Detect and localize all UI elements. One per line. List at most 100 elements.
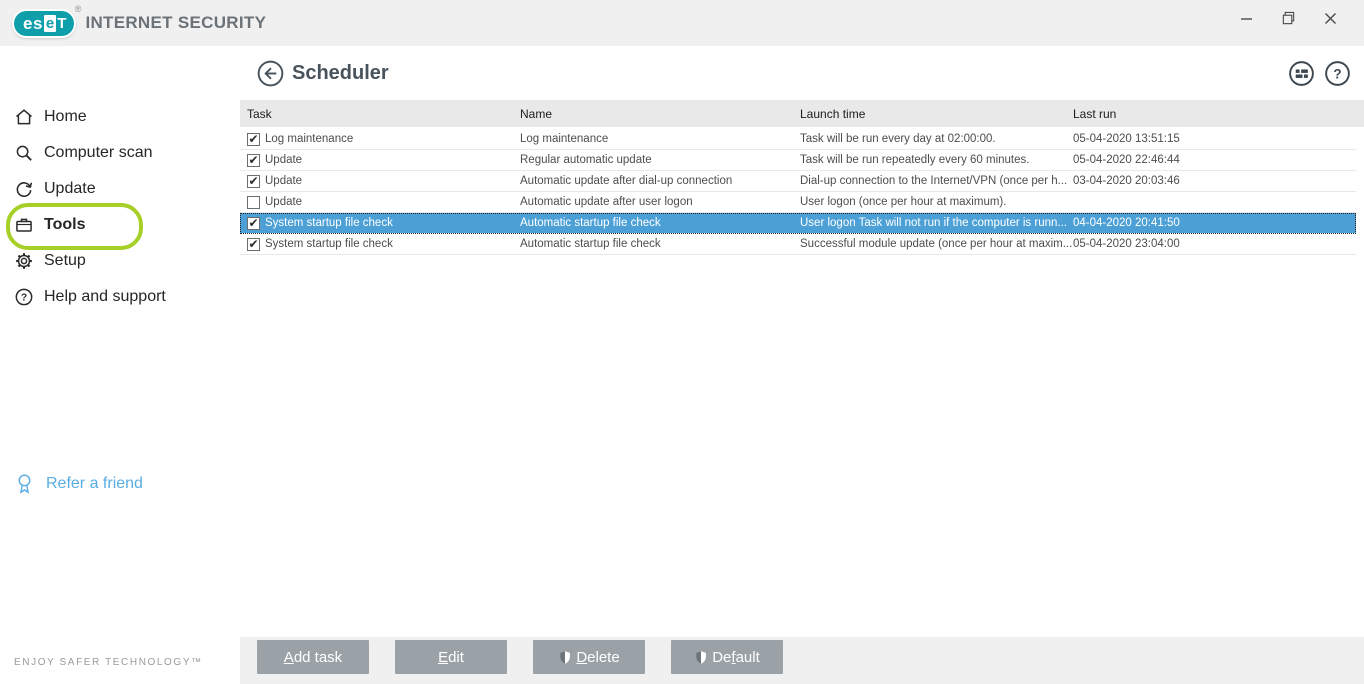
logo-text-es: es xyxy=(23,13,43,33)
edit-button[interactable]: Edit xyxy=(395,640,507,674)
launch-time-cell: User logon (once per hour at maximum). xyxy=(800,196,1007,208)
question-mark-icon: ? xyxy=(1324,60,1351,87)
sidebar-item-computer-scan[interactable]: Computer scan xyxy=(0,135,240,171)
sidebar-item-label: Setup xyxy=(44,252,86,269)
window-close-button[interactable] xyxy=(1314,0,1346,36)
task-row[interactable]: ✔ Log maintenance Log maintenance Task will… xyxy=(240,129,1356,150)
column-header-launch-time[interactable]: Launch time xyxy=(800,107,1073,121)
window-controls xyxy=(1230,0,1364,46)
button-label: Delete xyxy=(576,648,620,666)
button-label: Default xyxy=(712,648,760,666)
last-run-cell: 05-04-2020 13:51:15 xyxy=(1073,133,1180,145)
launch-time-cell: Task will be run every day at 02:00:00. xyxy=(800,133,996,145)
refer-a-friend-label: Refer a friend xyxy=(46,474,143,492)
launch-time-cell: Task will be run repeatedly every 60 min… xyxy=(800,154,1030,166)
task-cell: Log maintenance xyxy=(265,133,354,145)
task-row[interactable]: ✔ System startup file check Automatic star… xyxy=(240,213,1356,234)
svg-text:?: ? xyxy=(21,293,27,304)
task-cell: Update xyxy=(265,196,303,208)
sidebar-item-label: Computer scan xyxy=(44,144,153,161)
name-cell: Automatic update after dial-up connectio… xyxy=(520,175,733,187)
task-row[interactable]: ✔ Update Regular automatic update Task will… xyxy=(240,150,1356,171)
sidebar-item-label: Help and support xyxy=(44,288,166,305)
tagline: ENJOY SAFER TECHNOLOGY™ xyxy=(14,657,203,668)
eset-window: es e T ® INTERNET SECURITY Home Computer sc… xyxy=(0,0,1364,684)
help-button[interactable]: ? xyxy=(1324,60,1351,87)
minimize-icon xyxy=(1240,12,1253,25)
restore-icon xyxy=(1281,11,1296,26)
task-cell: System startup file check xyxy=(265,238,393,250)
name-cell: Automatic startup file check xyxy=(520,238,661,250)
header-icons: ? xyxy=(1288,60,1351,87)
task-cell: Update xyxy=(265,154,303,166)
titlebar: es e T ® INTERNET SECURITY xyxy=(0,0,1364,46)
task-row[interactable]: ✔ System startup file check Automatic star… xyxy=(240,234,1356,255)
logo-text-t: T xyxy=(57,14,67,32)
window-minimize-button[interactable] xyxy=(1230,0,1262,36)
list-view-icon xyxy=(1288,60,1315,87)
svg-text:?: ? xyxy=(1333,66,1341,81)
name-cell: Log maintenance xyxy=(520,133,609,145)
refer-a-friend-link[interactable]: Refer a friend xyxy=(14,472,143,495)
rosette-badge-icon xyxy=(14,472,35,495)
task-checkbox[interactable]: ✔ xyxy=(247,237,260,251)
sidebar-item-help-and-support[interactable]: ? Help and support xyxy=(0,279,240,315)
table-header: Task Name Launch time Last run xyxy=(240,100,1364,127)
tools-icon xyxy=(14,215,34,235)
task-row[interactable]: Update Automatic update after user logon U… xyxy=(240,192,1356,213)
default-button[interactable]: Default xyxy=(671,640,783,674)
last-run-cell: 03-04-2020 20:03:46 xyxy=(1073,175,1180,187)
registered-mark: ® xyxy=(74,3,82,14)
task-checkbox[interactable] xyxy=(247,195,260,209)
task-checkbox[interactable]: ✔ xyxy=(247,216,260,230)
button-label: Add task xyxy=(283,648,343,666)
launch-time-cell: User logon Task will not run if the comp… xyxy=(800,217,1067,229)
task-checkbox[interactable]: ✔ xyxy=(247,153,260,167)
logo-text-e: e xyxy=(43,14,57,32)
sidebar-item-label: Tools xyxy=(44,216,86,233)
task-table-body: ✔ Log maintenance Log maintenance Task will… xyxy=(240,129,1364,255)
name-cell: Automatic update after user logon xyxy=(520,196,693,208)
eset-logo-icon: es e T ® xyxy=(12,4,81,38)
launch-time-cell: Successful module update (once per hour … xyxy=(800,238,1073,250)
product-name: INTERNET SECURITY xyxy=(85,13,267,32)
task-checkbox[interactable]: ✔ xyxy=(247,132,260,146)
action-button-bar: Add task Edit Delete Default xyxy=(240,637,1364,684)
button-label: Edit xyxy=(438,648,464,666)
last-run-cell: 04-04-2020 20:41:50 xyxy=(1073,217,1180,229)
uac-shield-icon xyxy=(558,650,572,665)
home-icon xyxy=(14,107,34,127)
last-run-cell: 05-04-2020 23:04:00 xyxy=(1073,238,1180,250)
close-icon xyxy=(1324,12,1337,25)
add-task-button[interactable]: Add task xyxy=(257,640,369,674)
column-header-task[interactable]: Task xyxy=(247,107,520,121)
scan-icon xyxy=(14,143,34,163)
update-icon xyxy=(14,179,34,199)
delete-button[interactable]: Delete xyxy=(533,640,645,674)
sidebar: Home Computer scan Update Tools Setup? Help a… xyxy=(0,46,240,684)
window-restore-button[interactable] xyxy=(1272,0,1304,36)
back-button[interactable] xyxy=(257,60,284,87)
page-title: Scheduler xyxy=(292,61,389,84)
sidebar-item-home[interactable]: Home xyxy=(0,99,240,135)
last-run-cell: 05-04-2020 22:46:44 xyxy=(1073,154,1180,166)
task-checkbox[interactable]: ✔ xyxy=(247,174,260,188)
view-options-button[interactable] xyxy=(1288,60,1315,87)
task-row[interactable]: ✔ Update Automatic update after dial-up co… xyxy=(240,171,1356,192)
task-cell: System startup file check xyxy=(265,217,393,229)
name-cell: Automatic startup file check xyxy=(520,217,661,229)
sidebar-item-tools[interactable]: Tools xyxy=(0,207,240,243)
column-header-last-run[interactable]: Last run xyxy=(1073,107,1364,121)
setup-icon xyxy=(14,251,34,271)
main-area: Home Computer scan Update Tools Setup? Help a… xyxy=(0,46,1364,684)
sidebar-item-setup[interactable]: Setup xyxy=(0,243,240,279)
launch-time-cell: Dial-up connection to the Internet/VPN (… xyxy=(800,175,1068,187)
sidebar-item-label: Home xyxy=(44,108,87,125)
name-cell: Regular automatic update xyxy=(520,154,652,166)
back-arrow-icon xyxy=(257,60,284,87)
sidebar-item-update[interactable]: Update xyxy=(0,171,240,207)
content-spacer xyxy=(240,255,1364,637)
sidebar-item-label: Update xyxy=(44,180,96,197)
page-header: Scheduler ? xyxy=(240,46,1364,100)
column-header-name[interactable]: Name xyxy=(520,107,800,121)
